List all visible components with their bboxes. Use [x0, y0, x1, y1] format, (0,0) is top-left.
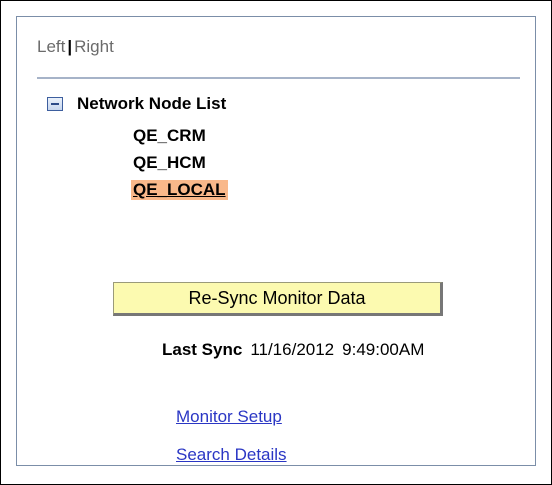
last-sync-row: Last Sync 11/16/2012 9:49:00AM [162, 340, 424, 360]
tree-node-qe-crm[interactable]: QE_CRM [133, 126, 206, 146]
resync-monitor-data-button[interactable]: Re-Sync Monitor Data [113, 282, 443, 316]
last-sync-label: Last Sync [162, 340, 243, 359]
outer-frame: Left | Right Network Node List QE_CRM QE_H… [0, 0, 552, 485]
last-sync-time: 9:49:00AM [342, 340, 425, 359]
tree-root-label: Network Node List [77, 94, 227, 113]
tree-node-qe-local[interactable]: QE_LOCAL [131, 180, 228, 200]
right-link[interactable]: Right [74, 37, 114, 56]
collapse-icon[interactable] [47, 97, 63, 111]
left-link[interactable]: Left [37, 37, 65, 56]
node-panel: Left | Right Network Node List QE_CRM QE_H… [16, 16, 536, 466]
divider [37, 77, 520, 79]
monitor-setup-link[interactable]: Monitor Setup [176, 407, 282, 427]
last-sync-date: 11/16/2012 [250, 340, 335, 359]
tree-root: Network Node List [47, 94, 226, 114]
search-details-link[interactable]: Search Details [176, 445, 287, 465]
toggle-separator: | [67, 37, 73, 56]
left-right-toggle: Left | Right [37, 37, 114, 57]
tree-node-qe-hcm[interactable]: QE_HCM [133, 153, 206, 173]
